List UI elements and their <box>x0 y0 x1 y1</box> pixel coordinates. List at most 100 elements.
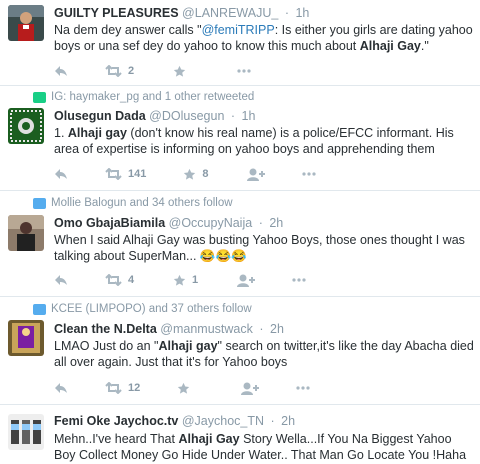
reply-icon <box>55 275 67 285</box>
more-icon <box>237 69 251 73</box>
tweet-actions: 4 1 <box>54 273 343 287</box>
reply-button[interactable] <box>54 382 68 394</box>
author-handle[interactable]: @manmustwack <box>160 322 253 336</box>
reply-button[interactable] <box>54 65 68 77</box>
retweet-count: 12 <box>128 382 141 394</box>
separator-dot: · <box>284 6 289 20</box>
tweet-actions: 141 8 <box>54 167 353 181</box>
favorite-count: 8 <box>202 168 209 180</box>
avatar[interactable] <box>8 320 44 356</box>
author-name[interactable]: Clean the N.Delta <box>54 322 157 336</box>
follow-button[interactable] <box>237 274 255 287</box>
retweet-icon <box>105 382 122 394</box>
tweet-text: Na dem dey answer calls "@femiTRIPP: Is … <box>54 22 474 54</box>
text-segment: LMAO Just do an " <box>54 339 159 353</box>
tweet-header: Omo GbajaBiamila @OccupyNaija · 2h <box>54 216 283 230</box>
separator-dot: · <box>270 414 275 428</box>
avatar[interactable] <box>8 215 44 251</box>
favorite-button[interactable] <box>173 65 200 78</box>
context-text[interactable]: IG: haymaker_pg and 1 other retweeted <box>51 91 254 103</box>
follow-icon <box>237 274 255 287</box>
retweet-button[interactable]: 4 <box>105 274 136 286</box>
retweet-context-icon <box>33 91 46 103</box>
tweet[interactable]: GUILTY PLEASURES @LANREWAJU_ · 1h Na dem… <box>0 0 480 86</box>
retweet-button[interactable]: 2 <box>105 65 136 77</box>
star-icon <box>178 382 190 394</box>
tweet-header: GUILTY PLEASURES @LANREWAJU_ · 1h <box>54 6 309 20</box>
tweet-header: Olusegun Dada @DOlusegun · 1h <box>54 109 255 123</box>
more-button[interactable] <box>292 278 306 282</box>
follow-icon <box>247 168 266 181</box>
tweet-time[interactable]: 2h <box>281 414 295 428</box>
author-handle[interactable]: @DOlusegun <box>149 109 224 123</box>
separator-dot: · <box>230 109 236 123</box>
separator-dot: · <box>258 216 263 230</box>
follow-context-icon <box>33 197 46 209</box>
more-button[interactable] <box>237 69 251 73</box>
tweet-text: When I said Alhaji Gay was busting Yahoo… <box>54 233 465 263</box>
star-icon <box>173 65 186 77</box>
tweet-header: Femi Oke Jaychoc.tv @Jaychoc_TN · 2h <box>54 414 295 428</box>
tweet[interactable]: Mollie Balogun and 34 others follow Omo … <box>0 191 480 297</box>
retweet-count: 4 <box>128 274 135 286</box>
context-text[interactable]: Mollie Balogun and 34 others follow <box>51 197 233 209</box>
avatar[interactable] <box>8 108 44 144</box>
tweet-text: LMAO Just do an "Alhaji gay" search on t… <box>54 338 474 370</box>
tweet-time[interactable]: 1h <box>295 6 309 20</box>
favorite-button[interactable] <box>177 382 204 395</box>
tweet-time[interactable]: 2h <box>270 322 284 336</box>
author-name[interactable]: Omo GbajaBiamila <box>54 216 165 230</box>
favorite-button[interactable]: 1 <box>173 274 200 287</box>
retweet-button[interactable]: 141 <box>105 168 146 180</box>
text-segment: 1. <box>54 126 68 140</box>
tweet-time[interactable]: 1h <box>242 109 256 123</box>
author-handle[interactable]: @LANREWAJU_ <box>182 6 278 20</box>
retweet-context: IG: haymaker_pg and 1 other retweeted <box>33 91 254 103</box>
timeline: GUILTY PLEASURES @LANREWAJU_ · 1h Na dem… <box>0 0 480 464</box>
retweet-icon <box>105 65 122 77</box>
reply-icon <box>55 66 67 76</box>
context-text[interactable]: KCEE (LIMPOPO) and 37 others follow <box>51 303 252 315</box>
tweet[interactable]: IG: haymaker_pg and 1 other retweeted Ol… <box>0 86 480 191</box>
follow-button[interactable] <box>241 382 260 395</box>
follow-button[interactable] <box>247 168 266 181</box>
more-button[interactable] <box>302 172 316 176</box>
author-handle[interactable]: @Jaychoc_TN <box>182 414 264 428</box>
retweet-count: 2 <box>128 65 135 77</box>
author-name[interactable]: GUILTY PLEASURES <box>54 6 179 20</box>
follow-context: Mollie Balogun and 34 others follow <box>33 197 233 209</box>
tweet-header: Clean the N.Delta @manmustwack · 2h <box>54 322 284 336</box>
tweet[interactable]: Femi Oke Jaychoc.tv @Jaychoc_TN · 2h Meh… <box>0 405 480 464</box>
highlighted-term: Alhaji gay <box>67 126 127 140</box>
reply-button[interactable] <box>54 168 68 180</box>
tweet-time[interactable]: 2h <box>269 216 283 230</box>
separator-dot: · <box>259 322 264 336</box>
more-icon <box>292 278 306 282</box>
highlighted-term: Alhaji gay <box>158 339 218 353</box>
star-icon <box>184 168 196 180</box>
favorite-count: 1 <box>192 274 199 286</box>
reply-icon <box>55 169 67 179</box>
avatar[interactable] <box>8 5 44 41</box>
tweet[interactable]: KCEE (LIMPOPO) and 37 others follow Clea… <box>0 297 480 405</box>
author-handle[interactable]: @OccupyNaija <box>169 216 253 230</box>
avatar[interactable] <box>8 414 44 450</box>
text-segment: ." <box>420 39 429 53</box>
follow-context: KCEE (LIMPOPO) and 37 others follow <box>33 303 252 315</box>
more-icon <box>296 386 310 390</box>
reply-icon <box>55 383 67 393</box>
more-button[interactable] <box>296 386 310 390</box>
text-segment: Na dem dey answer calls " <box>54 23 202 37</box>
star-icon <box>173 274 186 286</box>
tweet-actions: 12 <box>54 381 347 395</box>
mention-link[interactable]: @femiTRIPP <box>202 23 275 37</box>
tweet-text: 1. Alhaji gay (don't know his real name)… <box>54 125 474 157</box>
reply-button[interactable] <box>54 274 68 286</box>
tweet-actions: 2 <box>54 64 288 78</box>
follow-icon <box>241 382 260 395</box>
text-segment: Mehn..I've heard That <box>54 432 179 446</box>
author-name[interactable]: Olusegun Dada <box>54 109 146 123</box>
retweet-button[interactable]: 12 <box>105 382 140 394</box>
author-name[interactable]: Femi Oke Jaychoc.tv <box>54 414 178 428</box>
favorite-button[interactable]: 8 <box>183 168 210 181</box>
